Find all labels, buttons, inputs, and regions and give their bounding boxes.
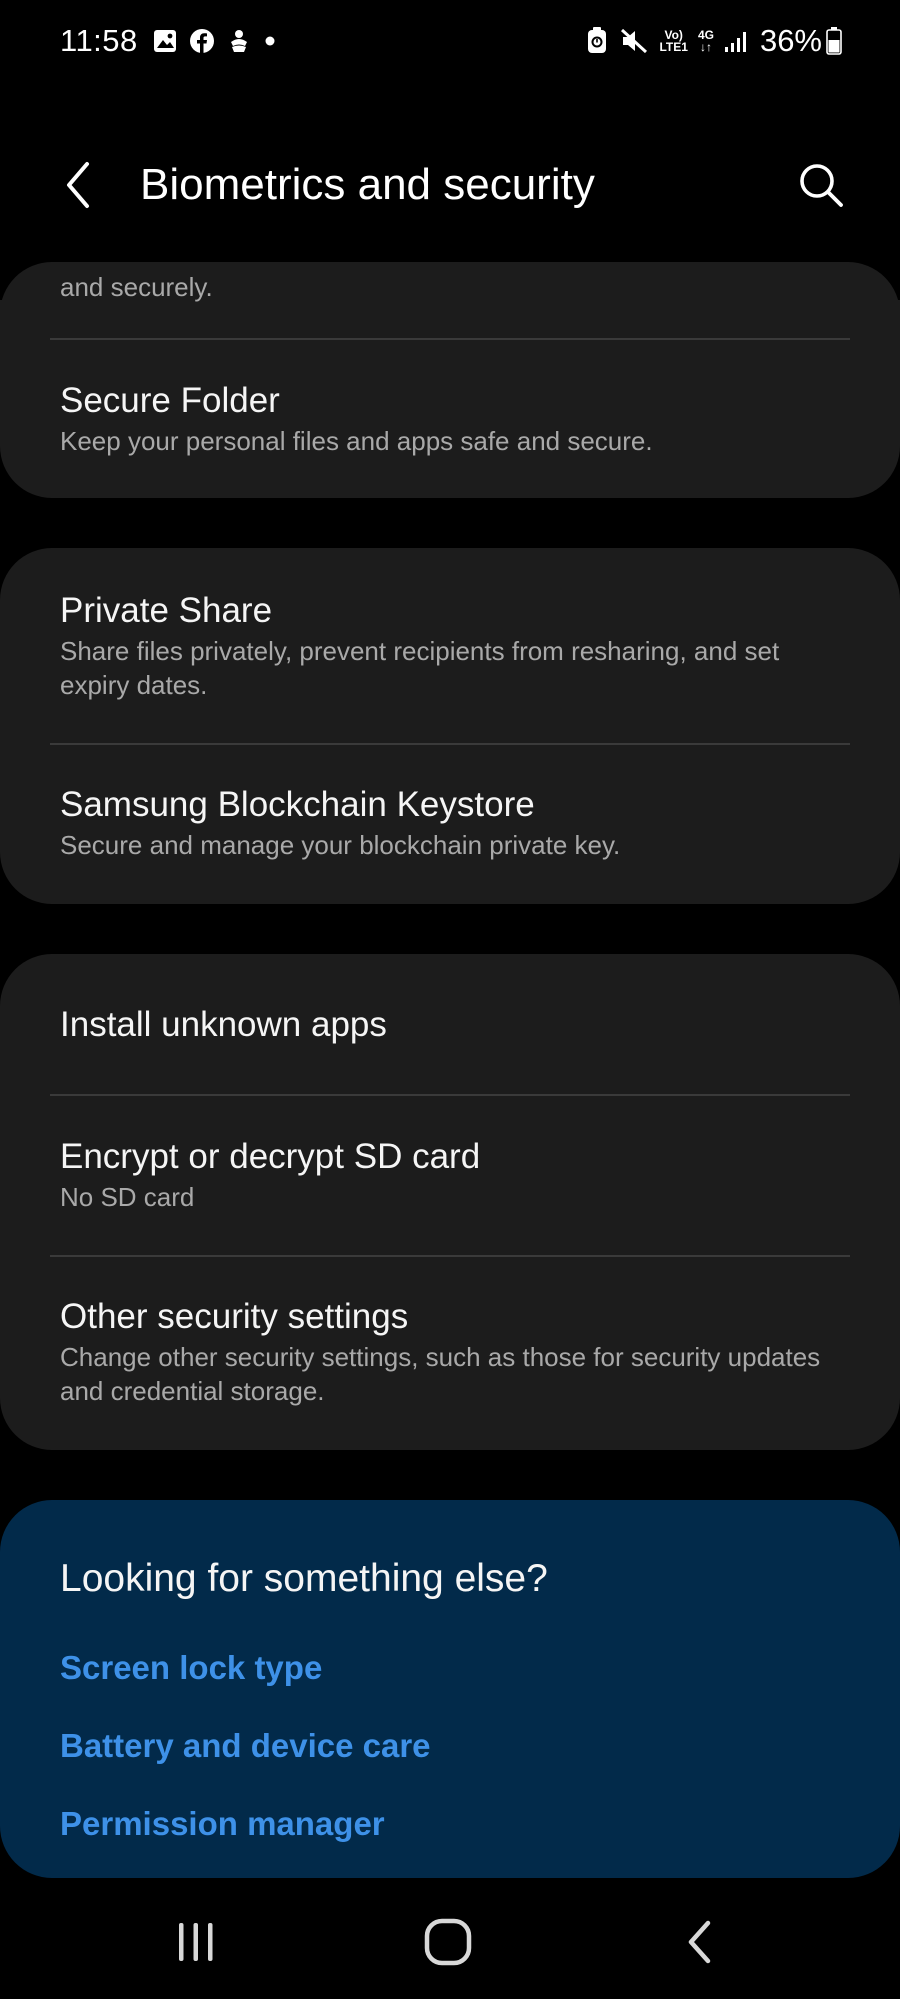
search-icon <box>800 164 843 207</box>
blockchain-keystore-subtitle: Secure and manage your blockchain privat… <box>60 830 621 860</box>
divider <box>50 1255 850 1257</box>
other-security-settings-title: Other security settings <box>60 1297 409 1336</box>
signal-icon <box>724 29 750 53</box>
back-nav-icon <box>688 1920 711 1964</box>
blockchain-keystore-title: Samsung Blockchain Keystore <box>60 785 535 824</box>
status-bar: 11:58 Vo) LTE1 4G ↓↑ 36% <box>0 0 900 80</box>
secure-folder-item[interactable]: Secure Folder Keep your personal files a… <box>60 380 850 458</box>
partial-item-subtitle: and securely. <box>60 272 213 302</box>
divider <box>50 338 850 340</box>
install-unknown-apps-item[interactable]: Install unknown apps <box>60 1004 850 1046</box>
divider <box>50 743 850 745</box>
status-left: 11:58 <box>60 20 288 62</box>
facebook-icon <box>189 28 215 54</box>
suggestions-card: Looking for something else? Screen lock … <box>0 1500 900 1878</box>
other-security-settings-subtitle: Change other security settings, such as … <box>60 1342 821 1406</box>
battery-icon <box>826 27 842 55</box>
secure-folder-title: Secure Folder <box>60 381 280 420</box>
back-button[interactable] <box>52 158 106 212</box>
divider <box>50 1094 850 1096</box>
game-icon <box>226 28 252 54</box>
status-right: Vo) LTE1 4G ↓↑ 36% <box>575 20 842 62</box>
recent-apps-icon <box>179 1923 213 1961</box>
network-label: Vo) LTE1 <box>659 29 687 53</box>
suggestions-title: Looking for something else? <box>60 1557 548 1600</box>
secure-folder-subtitle: Keep your personal files and apps safe a… <box>60 426 653 456</box>
battery-device-care-link[interactable]: Battery and device care <box>60 1726 431 1766</box>
recent-apps-button[interactable] <box>156 1912 236 1972</box>
permission-manager-link[interactable]: Permission manager <box>60 1804 385 1844</box>
back-nav-button[interactable] <box>660 1912 740 1972</box>
network-type: 4G ↓↑ <box>698 29 714 53</box>
home-button[interactable] <box>408 1912 488 1972</box>
status-time: 11:58 <box>60 23 138 58</box>
dot-icon <box>263 28 277 54</box>
lte-label: LTE1 <box>659 40 688 54</box>
data-arrows-icon: ↓↑ <box>699 40 712 54</box>
encrypt-sd-card-item[interactable]: Encrypt or decrypt SD card No SD card <box>60 1136 850 1214</box>
search-button[interactable] <box>794 158 848 212</box>
private-share-subtitle: Share files privately, prevent recipient… <box>60 636 780 700</box>
mute-icon <box>619 27 649 55</box>
app-bar: Biometrics and security <box>0 140 900 230</box>
page-title: Biometrics and security <box>140 160 595 209</box>
alarm-icon <box>585 27 609 55</box>
other-security-settings-item[interactable]: Other security settings Change other sec… <box>60 1296 850 1408</box>
encrypt-sd-card-subtitle: No SD card <box>60 1182 195 1212</box>
encrypt-sd-card-title: Encrypt or decrypt SD card <box>60 1137 481 1176</box>
private-share-title: Private Share <box>60 591 273 630</box>
battery-percent: 36% <box>759 23 822 58</box>
gallery-icon <box>152 28 178 54</box>
partial-item[interactable]: and securely. <box>60 268 850 304</box>
notification-icons <box>152 28 288 54</box>
blockchain-keystore-item[interactable]: Samsung Blockchain Keystore Secure and m… <box>60 784 850 862</box>
chevron-left-icon <box>67 162 89 208</box>
install-unknown-apps-title: Install unknown apps <box>60 1005 387 1044</box>
navigation-bar <box>0 1880 900 1999</box>
private-share-item[interactable]: Private Share Share files privately, pre… <box>60 590 850 702</box>
home-icon <box>424 1918 472 1966</box>
screen-lock-type-link[interactable]: Screen lock type <box>60 1648 322 1688</box>
